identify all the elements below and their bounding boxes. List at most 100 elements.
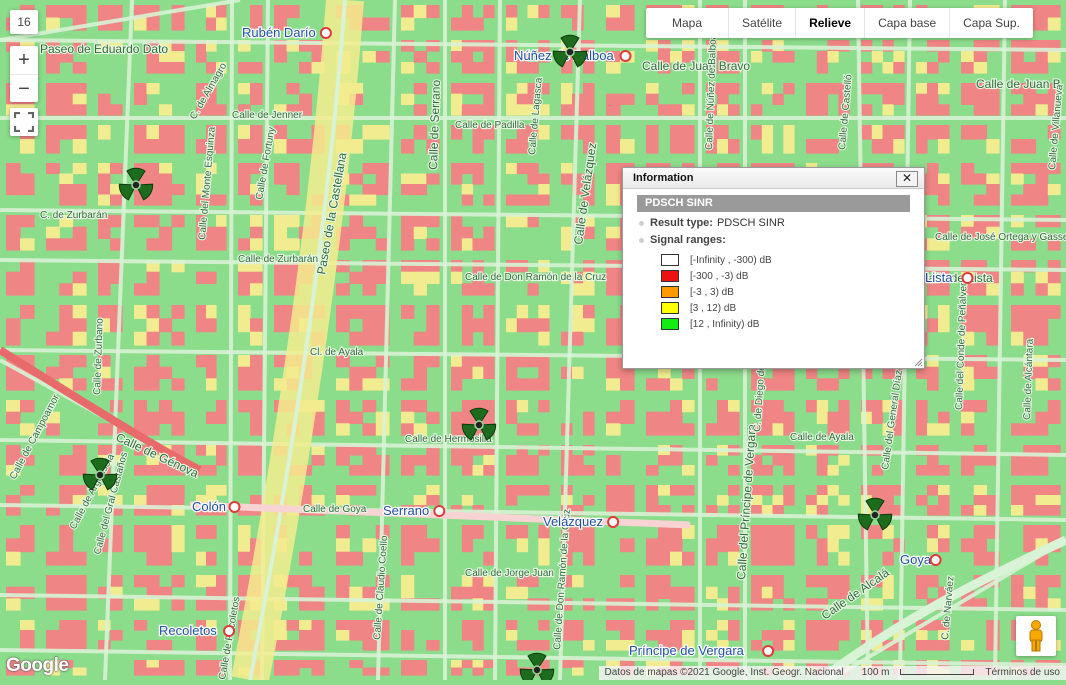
coverage-cell	[1011, 318, 1024, 333]
zoom-in-button[interactable]: +	[10, 46, 38, 74]
coverage-cell	[1047, 411, 1061, 424]
coverage-cell	[483, 51, 495, 63]
coverage-cell	[882, 83, 894, 95]
coverage-cell	[159, 163, 173, 175]
metro-station-label[interactable]: Velázquez	[542, 513, 605, 531]
metro-station-label[interactable]: Serrano	[382, 502, 431, 520]
coverage-cell	[171, 331, 185, 346]
coverage-cell	[973, 455, 987, 466]
coverage-cell	[46, 423, 60, 436]
coverage-cell	[59, 83, 74, 95]
coverage-cell	[1035, 104, 1049, 116]
coverage-cell	[1035, 17, 1049, 31]
maptype-capa-sup[interactable]: Capa Sup.	[949, 8, 1033, 38]
coverage-cell	[761, 630, 774, 641]
coverage-cell	[134, 17, 148, 31]
coverage-cell	[216, 17, 227, 31]
coverage-cell	[413, 173, 427, 185]
coverage-cell	[110, 194, 123, 206]
coverage-cell	[426, 355, 440, 368]
coverage-cell	[483, 305, 495, 319]
coverage-cell	[72, 378, 87, 391]
coverage-cell	[46, 62, 60, 74]
metro-station-label[interactable]: Rubén Darío	[241, 24, 317, 42]
coverage-cell	[171, 51, 185, 63]
street-label: Calle de Hermosilla	[405, 434, 492, 445]
coverage-cell	[538, 305, 550, 319]
coverage-cell	[216, 5, 227, 19]
coverage-cell	[401, 226, 415, 239]
maptype-mapa[interactable]: Mapa	[646, 8, 728, 38]
legend-swatch	[661, 270, 679, 282]
coverage-cell	[483, 660, 495, 669]
coverage-cell	[516, 83, 529, 95]
coverage-cell	[46, 226, 60, 239]
coverage-cell	[706, 551, 718, 566]
coverage-cell	[973, 525, 987, 539]
coverage-cell	[349, 271, 364, 284]
coverage-cell	[171, 139, 185, 154]
info-window-title[interactable]: Information	[623, 168, 924, 189]
coverage-cell	[728, 83, 740, 95]
coverage-cell	[606, 366, 621, 379]
coverage-cell	[838, 551, 850, 566]
coverage-cell	[1023, 194, 1037, 206]
terms-link[interactable]: Términos de uso	[980, 666, 1066, 680]
coverage-cell	[274, 139, 288, 154]
coverage-cell	[772, 495, 784, 506]
coverage-cell	[772, 378, 784, 391]
coverage-cell	[401, 538, 415, 553]
resize-grip-icon[interactable]	[913, 357, 923, 367]
coverage-cell	[472, 465, 484, 476]
legend-item: [-3 , 3) dB	[661, 284, 924, 300]
coverage-cell	[72, 194, 87, 206]
coverage-cell	[927, 525, 939, 539]
coverage-cell	[413, 5, 427, 19]
metro-station-label[interactable]: Recoletos	[158, 622, 219, 640]
coverage-cell	[336, 538, 350, 553]
coverage-cell	[461, 586, 474, 599]
coverage-cell	[927, 640, 939, 651]
coverage-cell	[806, 505, 818, 516]
information-window: Information ✕ PDSCH SINR Result type: PD…	[622, 167, 925, 369]
coverage-cell	[893, 62, 905, 74]
scale-indicator[interactable]: 100 m	[850, 666, 980, 680]
maptype-satelite[interactable]: Satélite	[728, 8, 795, 38]
coverage-cell	[426, 411, 440, 424]
coverage-cell	[916, 423, 928, 436]
coverage-cell	[59, 630, 74, 641]
coverage-cell	[134, 525, 148, 539]
coverage-cell	[59, 5, 74, 19]
coverage-cell	[1023, 62, 1037, 74]
coverage-cell	[274, 5, 288, 19]
coverage-cell	[938, 640, 950, 651]
coverage-cell	[682, 551, 695, 566]
coverage-cell	[216, 400, 227, 413]
coverage-cell	[362, 538, 377, 553]
maptype-relieve[interactable]: Relieve	[795, 8, 864, 38]
maptype-capa-base[interactable]: Capa base	[864, 8, 949, 38]
info-close-button[interactable]: ✕	[896, 171, 918, 187]
metro-station-label[interactable]: Príncipe de Vergara	[628, 642, 746, 660]
coverage-cell	[472, 640, 484, 651]
coverage-cell	[506, 163, 518, 175]
coverage-cell	[413, 125, 427, 140]
coverage-cell	[451, 366, 463, 379]
metro-station-label[interactable]: Goya	[899, 551, 933, 569]
fullscreen-button[interactable]	[10, 108, 38, 136]
coverage-cell	[1011, 575, 1024, 588]
metro-station-label[interactable]: Colón	[191, 498, 227, 516]
coverage-cell	[516, 423, 529, 436]
coverage-cell	[506, 355, 518, 368]
coverage-cell	[20, 400, 35, 413]
coverage-cell	[286, 620, 300, 631]
coverage-cell	[1011, 283, 1024, 296]
coverage-cell	[59, 620, 74, 631]
zoom-out-button[interactable]: −	[10, 74, 38, 103]
street-view-button[interactable]	[1016, 616, 1056, 656]
coverage-cell	[620, 575, 635, 588]
coverage-cell	[401, 17, 415, 31]
metro-station-label[interactable]: Lista	[924, 269, 955, 287]
coverage-cell	[216, 445, 227, 456]
coverage-cell	[238, 378, 251, 391]
